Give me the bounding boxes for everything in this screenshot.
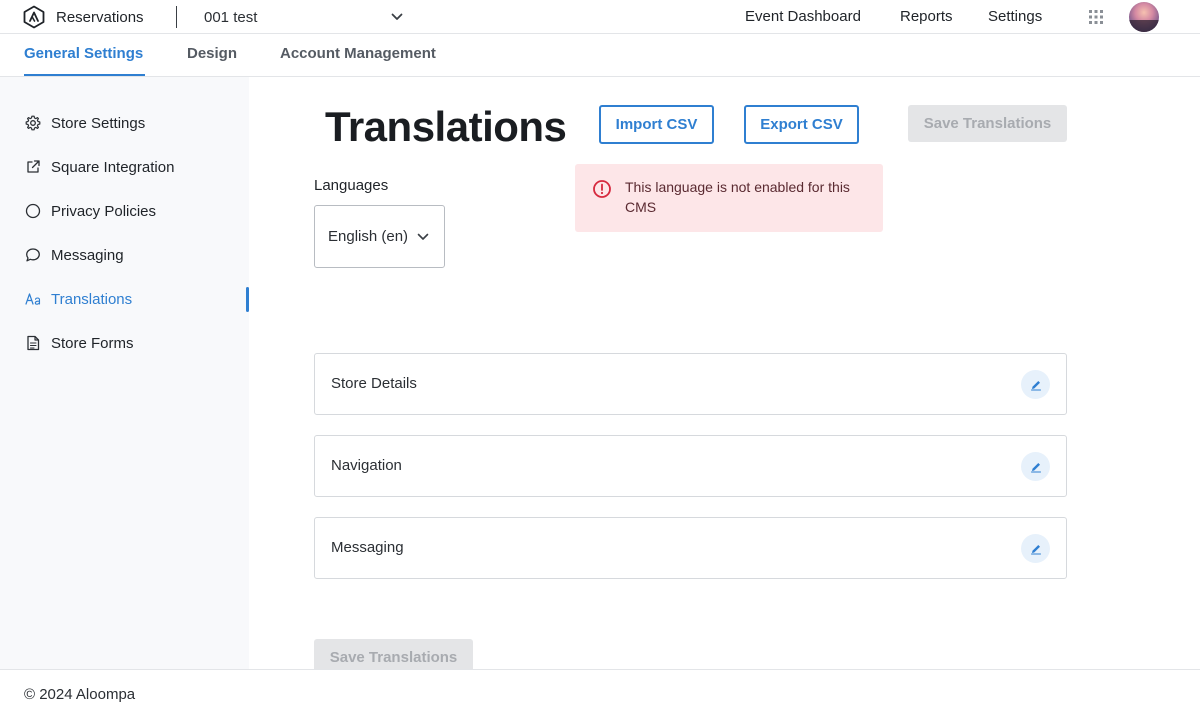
chat-bubble-icon <box>24 246 42 264</box>
brand[interactable]: Reservations <box>22 5 144 29</box>
chevron-down-icon <box>391 13 403 20</box>
apps-grid-icon[interactable] <box>1089 10 1103 24</box>
app-logo-icon <box>22 5 46 29</box>
section-store-details[interactable]: Store Details <box>314 353 1067 415</box>
sidebar-item-store-forms[interactable]: Store Forms <box>24 332 134 354</box>
nav-event-dashboard[interactable]: Event Dashboard <box>745 8 861 25</box>
section-navigation[interactable]: Navigation <box>314 435 1067 497</box>
language-warning-alert: This language is not enabled for this CM… <box>575 164 883 232</box>
save-translations-button-top[interactable]: Save Translations <box>908 105 1067 142</box>
tab-general-settings[interactable]: General Settings <box>24 45 143 62</box>
section-label: Messaging <box>331 539 404 556</box>
sidebar-item-store-settings[interactable]: Store Settings <box>24 112 145 134</box>
sidebar: Store Settings Square Integration Privac… <box>0 77 249 669</box>
store-selector[interactable]: 001 test <box>204 7 404 27</box>
text-aa-icon <box>24 290 42 308</box>
export-csv-button[interactable]: Export CSV <box>744 105 859 144</box>
sidebar-item-privacy-policies[interactable]: Privacy Policies <box>24 200 156 222</box>
sidebar-item-label: Messaging <box>51 246 124 264</box>
sidebar-item-label: Privacy Policies <box>51 202 157 220</box>
tab-account-management[interactable]: Account Management <box>280 45 436 62</box>
header-divider <box>176 6 177 28</box>
sidebar-item-translations[interactable]: Translations <box>24 288 132 310</box>
external-link-icon <box>24 158 42 176</box>
sidebar-item-messaging[interactable]: Messaging <box>24 244 124 266</box>
active-tab-indicator <box>24 74 145 76</box>
languages-label: Languages <box>314 177 389 194</box>
user-avatar[interactable] <box>1129 2 1159 32</box>
nav-reports[interactable]: Reports <box>900 8 953 25</box>
sidebar-item-label: Store Settings <box>51 114 146 132</box>
edit-pencil-icon[interactable] <box>1021 370 1050 399</box>
import-csv-button[interactable]: Import CSV <box>599 105 714 144</box>
sidebar-item-square-integration[interactable]: Square Integration <box>24 156 174 178</box>
tab-design[interactable]: Design <box>187 45 237 62</box>
circle-icon <box>24 202 42 220</box>
footer: © 2024 Aloompa <box>0 669 1200 720</box>
alert-message: This language is not enabled for this CM… <box>625 179 850 215</box>
language-select[interactable]: English (en) <box>314 205 445 268</box>
section-messaging[interactable]: Messaging <box>314 517 1067 579</box>
settings-tabs: General Settings Design Account Manageme… <box>0 34 1200 77</box>
copyright-text: © 2024 Aloompa <box>24 686 136 703</box>
nav-settings[interactable]: Settings <box>988 8 1042 25</box>
app-name: Reservations <box>56 8 144 26</box>
sidebar-item-label: Square Integration <box>51 158 175 176</box>
section-label: Store Details <box>331 375 417 392</box>
error-circle-icon <box>592 179 612 199</box>
chevron-down-icon <box>417 233 429 240</box>
section-label: Navigation <box>331 457 402 474</box>
edit-pencil-icon[interactable] <box>1021 452 1050 481</box>
document-icon <box>24 334 42 352</box>
sidebar-item-label: Store Forms <box>51 334 134 352</box>
page-title: Translations <box>325 103 567 150</box>
sidebar-item-label: Translations <box>51 290 133 308</box>
gear-icon <box>24 114 42 132</box>
language-select-value: English (en) <box>328 228 409 245</box>
store-selector-value: 001 test <box>204 8 258 26</box>
sidebar-active-indicator <box>246 287 249 312</box>
edit-pencil-icon[interactable] <box>1021 534 1050 563</box>
top-bar: Reservations 001 test Event Dashboard Re… <box>0 0 1200 34</box>
